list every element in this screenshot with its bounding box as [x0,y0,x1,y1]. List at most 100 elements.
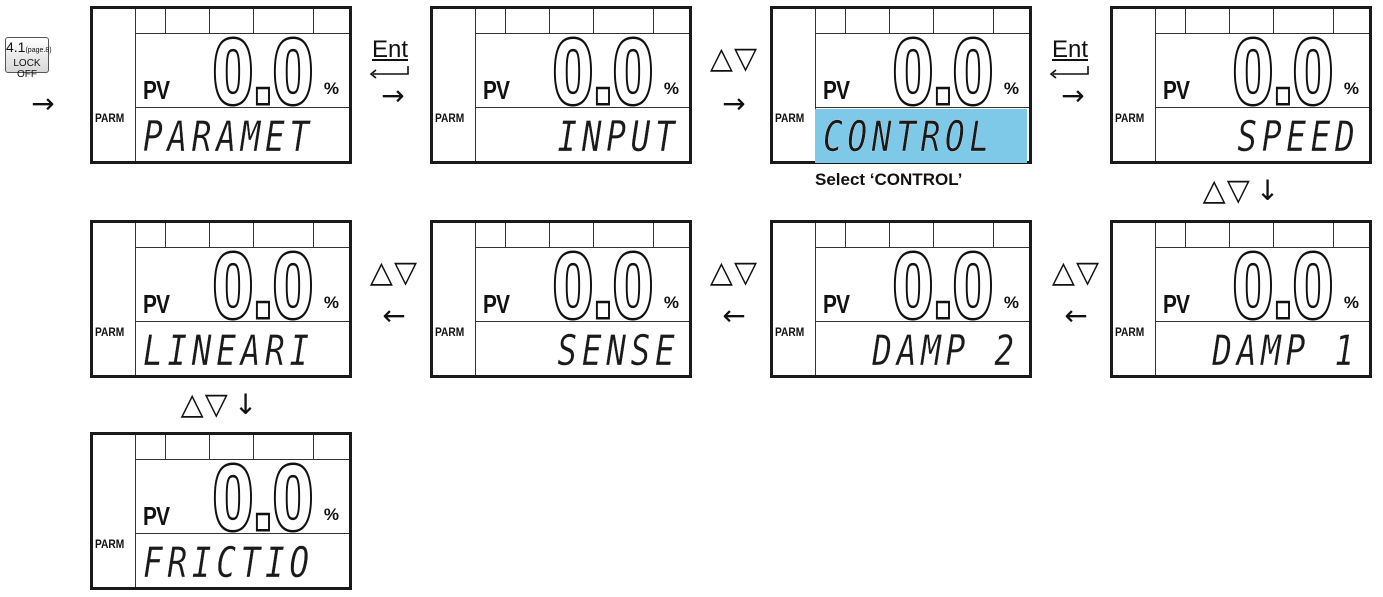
percent-unit: % [323,79,339,98]
enter-connector-2: Ent → [1048,36,1098,110]
menu-text-area: LINEARI [135,323,347,377]
menu-item-label: SPEED [1236,111,1359,161]
pv-value: 0.0 [1233,247,1333,321]
arrow-right-icon: → [31,87,55,120]
pv-value-display: 0.0 [211,459,315,533]
lcd-segment-row [815,9,1029,34]
parm-label: PARM [95,111,125,125]
menu-text-area: SPEED [1155,109,1367,163]
pv-value: 0.0 [553,247,653,321]
parm-label: PARM [95,325,125,339]
enter-connector-1: Ent → [368,36,418,110]
pv-value-display: 0.0 [891,33,995,107]
up-down-keys-icon: △▽ [1202,173,1251,208]
lcd-screen-frictio: PV 0.0% PARM FRICTIO [90,432,352,590]
menu-text-area: DAMP 1 [1155,323,1367,377]
pv-value-display: 0.0 [891,247,995,321]
pv-value-display: 0.0 [551,33,655,107]
pv-value-display: 0.0 [211,33,315,107]
lcd-screen-paramet: PV 0.0% PARM PARAMET [90,6,352,164]
pv-label: PV [483,289,510,319]
menu-text-area: DAMP 2 [815,323,1027,377]
lcd-screen-damp-2: PV 0.0% PARM DAMP 2 [770,220,1032,378]
arrow-down-icon: ↓ [233,388,258,421]
percent-unit: % [323,293,339,312]
pv-label: PV [143,289,170,319]
parm-label: PARM [435,325,465,339]
parm-label: PARM [1115,111,1145,125]
lcd-segment-row [135,223,349,248]
lcd-divider [1155,107,1369,108]
lcd-divider [1155,321,1369,322]
lcd-divider [815,107,1029,108]
menu-item-label: PARAMET [143,111,314,161]
lcd-screen-speed: PV 0.0% PARM SPEED [1110,6,1372,164]
ent-key-label: Ent [1052,36,1089,63]
lcd-divider [815,321,1029,322]
arrow-left-icon: ← [722,299,746,332]
parm-label: PARM [95,537,125,551]
arrow-right-icon: → [1061,79,1085,112]
lcd-divider [135,321,349,322]
up-down-keys-icon: △▽ [1051,255,1101,290]
pv-label: PV [823,289,850,319]
pv-label: PV [1163,75,1190,105]
lcd-segment-row [135,9,349,34]
lcd-divider [135,107,349,108]
percent-unit: % [1343,79,1359,98]
lcd-screen-control: PV 0.0% PARM CONTROL [770,6,1032,164]
arrow-right-icon: → [381,79,405,112]
up-down-keys-icon: △▽ [709,255,759,290]
menu-item-label: LINEARI [143,325,314,375]
updown-connector-down-1: △▽ ↓ [1196,176,1286,206]
parm-label: PARM [435,111,465,125]
pv-label: PV [823,75,850,105]
menu-text-area: CONTROL [815,109,1027,163]
pv-value: 0.0 [213,247,313,321]
percent-unit: % [1343,293,1359,312]
updown-connector-down-2: △▽ ↓ [174,390,264,420]
lcd-divider [475,107,689,108]
pv-label: PV [1163,289,1190,319]
percent-unit: % [1003,79,1019,98]
lcd-screen-input: PV 0.0% PARM INPUT [430,6,692,164]
lcd-segment-row [475,223,689,248]
menu-item-label: INPUT [556,111,679,161]
return-arrow-icon [369,66,409,79]
updown-connector-4: △▽ ← [364,258,424,330]
lcd-divider [135,533,349,534]
parm-label: PARM [775,111,805,125]
up-down-keys-icon: △▽ [369,255,419,290]
pv-value: 0.0 [1233,33,1333,107]
menu-text-area: PARAMET [135,109,347,163]
lcd-screen-sense: PV 0.0% PARM SENSE [430,220,692,378]
percent-unit: % [663,79,679,98]
lcd-segment-row [1155,9,1369,34]
menu-item-label: DAMP 2 [872,325,1019,375]
percent-unit: % [663,293,679,312]
lcd-segment-row [1155,223,1369,248]
updown-connector-2: △▽ ← [1046,258,1106,330]
pv-label: PV [483,75,510,105]
pv-value: 0.0 [893,33,993,107]
arrow-down-icon: ↓ [1255,174,1280,207]
lcd-screen-lineari: PV 0.0% PARM LINEARI [90,220,352,378]
pv-value: 0.0 [893,247,993,321]
up-down-keys-icon: △▽ [180,387,229,422]
pv-value: 0.0 [213,459,313,533]
menu-item-label: CONTROL [823,111,994,161]
updown-connector-1: △▽ → [704,44,764,118]
menu-text-area: FRICTIO [135,535,347,589]
arrow-left-icon: ← [382,299,406,332]
return-arrow-icon [1049,66,1089,79]
percent-unit: % [1003,293,1019,312]
pv-value: 0.0 [213,33,313,107]
up-down-keys-icon: △▽ [709,41,759,76]
start-arrow: → [28,90,58,118]
arrow-right-icon: → [722,87,746,120]
lock-off-reference: 4.1(page.8) LOCK OFF [5,37,52,80]
ent-key-label: Ent [372,36,409,63]
pv-value: 0.0 [553,33,653,107]
pv-value-display: 0.0 [1231,247,1335,321]
menu-item-label: DAMP 1 [1212,325,1359,375]
